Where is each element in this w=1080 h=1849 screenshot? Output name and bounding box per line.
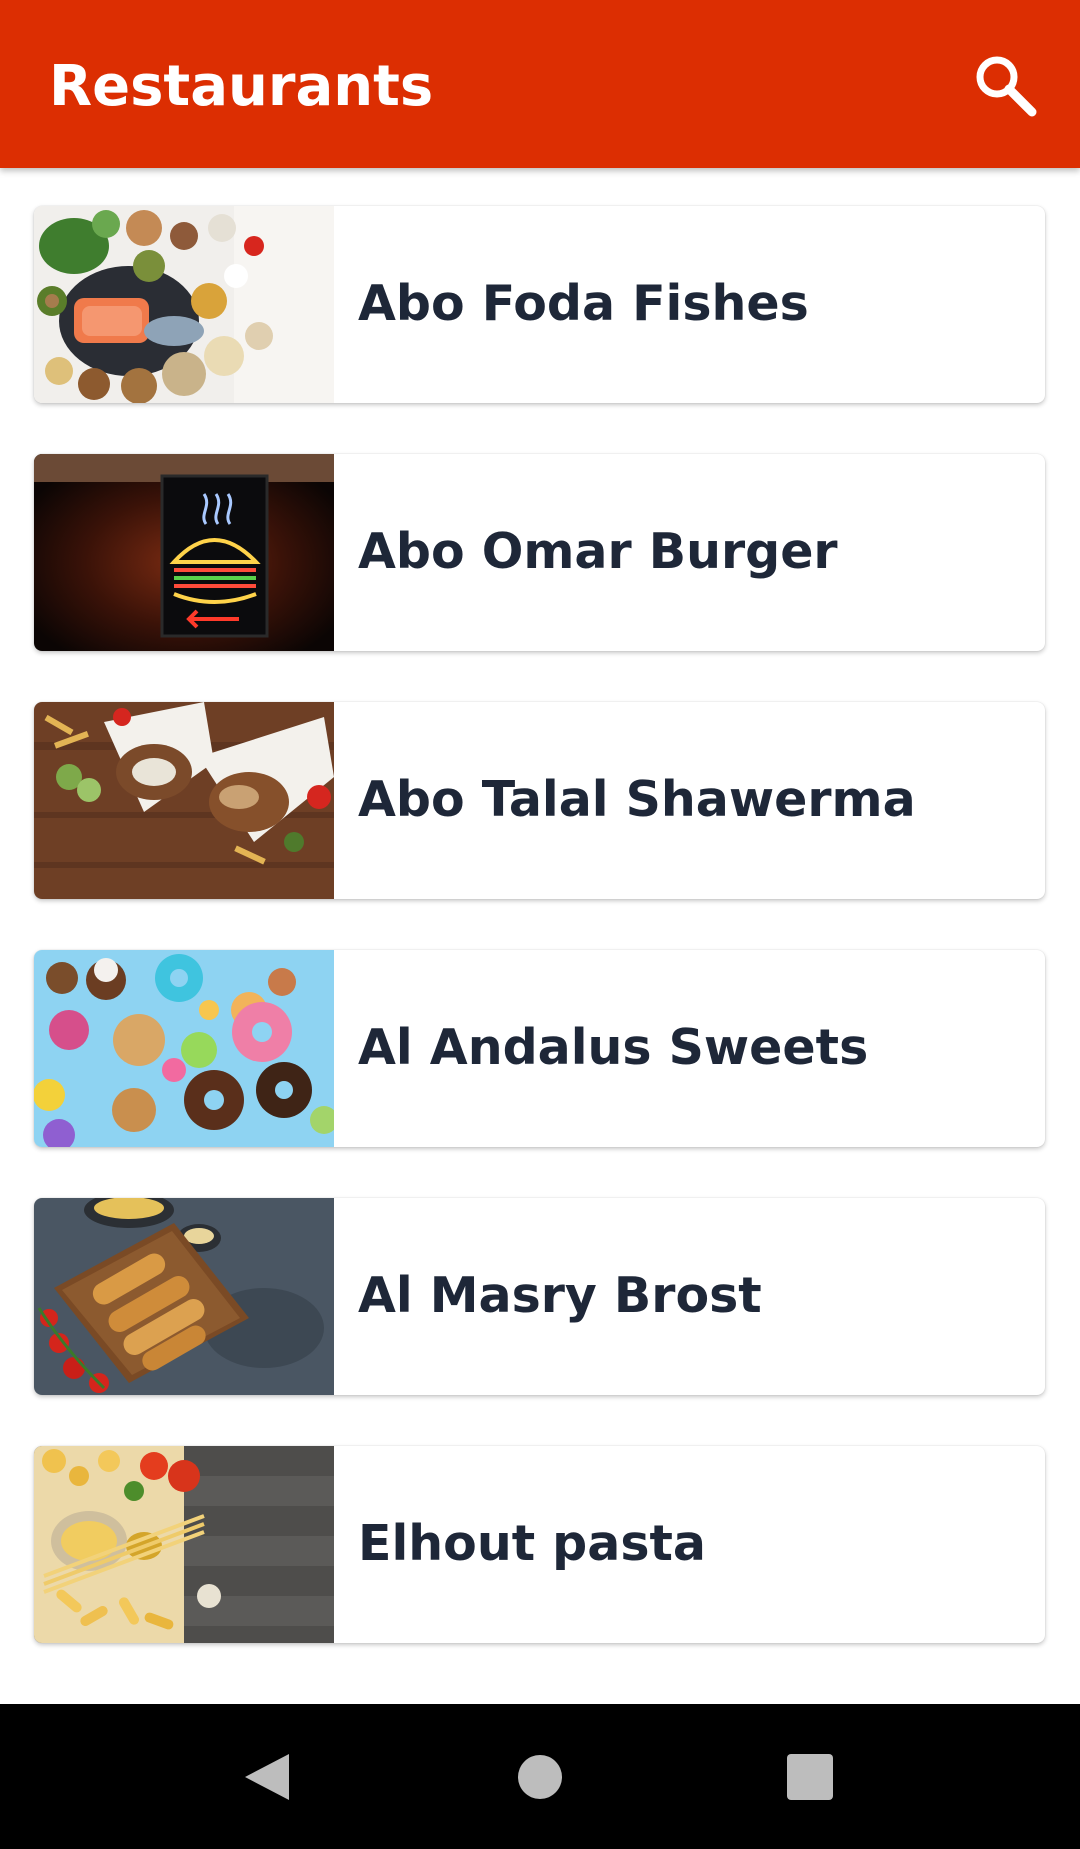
search-icon (976, 56, 1037, 117)
back-button[interactable] (224, 1732, 314, 1822)
restaurant-name: Abo Omar Burger (358, 523, 838, 580)
search-button[interactable] (966, 46, 1046, 126)
restaurant-thumbnail (34, 454, 334, 651)
restaurant-card[interactable]: Elhout pasta (34, 1446, 1045, 1643)
pasta-ingredients-photo (34, 1446, 334, 1643)
home-button[interactable] (495, 1732, 585, 1822)
restaurant-thumbnail (34, 950, 334, 1147)
restaurant-card[interactable]: Abo Omar Burger (34, 454, 1045, 651)
restaurant-card[interactable]: Al Masry Brost (34, 1198, 1045, 1395)
restaurant-name: Abo Foda Fishes (358, 275, 809, 332)
recents-button[interactable] (765, 1732, 855, 1822)
healthy-food-spread-photo (34, 206, 334, 403)
back-triangle-icon (245, 1754, 289, 1800)
restaurant-name: Al Andalus Sweets (358, 1019, 869, 1076)
restaurant-thumbnail (34, 1446, 334, 1643)
system-navigation-bar (0, 1704, 1080, 1849)
restaurant-thumbnail (34, 702, 334, 899)
home-circle-icon (518, 1755, 562, 1799)
neon-burger-sign-photo (34, 454, 334, 651)
restaurant-card[interactable]: Al Andalus Sweets (34, 950, 1045, 1147)
restaurant-name: Abo Talal Shawerma (358, 771, 916, 828)
app-bar: Restaurants (0, 0, 1080, 168)
restaurant-thumbnail (34, 1198, 334, 1395)
donuts-and-sweets-photo (34, 950, 334, 1147)
shawarma-wraps-photo (34, 702, 334, 899)
page-title: Restaurants (49, 54, 434, 119)
recents-square-icon (787, 1754, 833, 1800)
restaurant-card[interactable]: Abo Talal Shawerma (34, 702, 1045, 899)
restaurant-name: Elhout pasta (358, 1515, 706, 1572)
restaurant-list[interactable]: Abo Foda Fishes Abo Omar Burger Abo Tala… (0, 168, 1080, 1704)
restaurant-thumbnail (34, 206, 334, 403)
restaurant-name: Al Masry Brost (358, 1267, 762, 1324)
fried-chicken-strips-photo (34, 1198, 334, 1395)
restaurant-card[interactable]: Abo Foda Fishes (34, 206, 1045, 403)
